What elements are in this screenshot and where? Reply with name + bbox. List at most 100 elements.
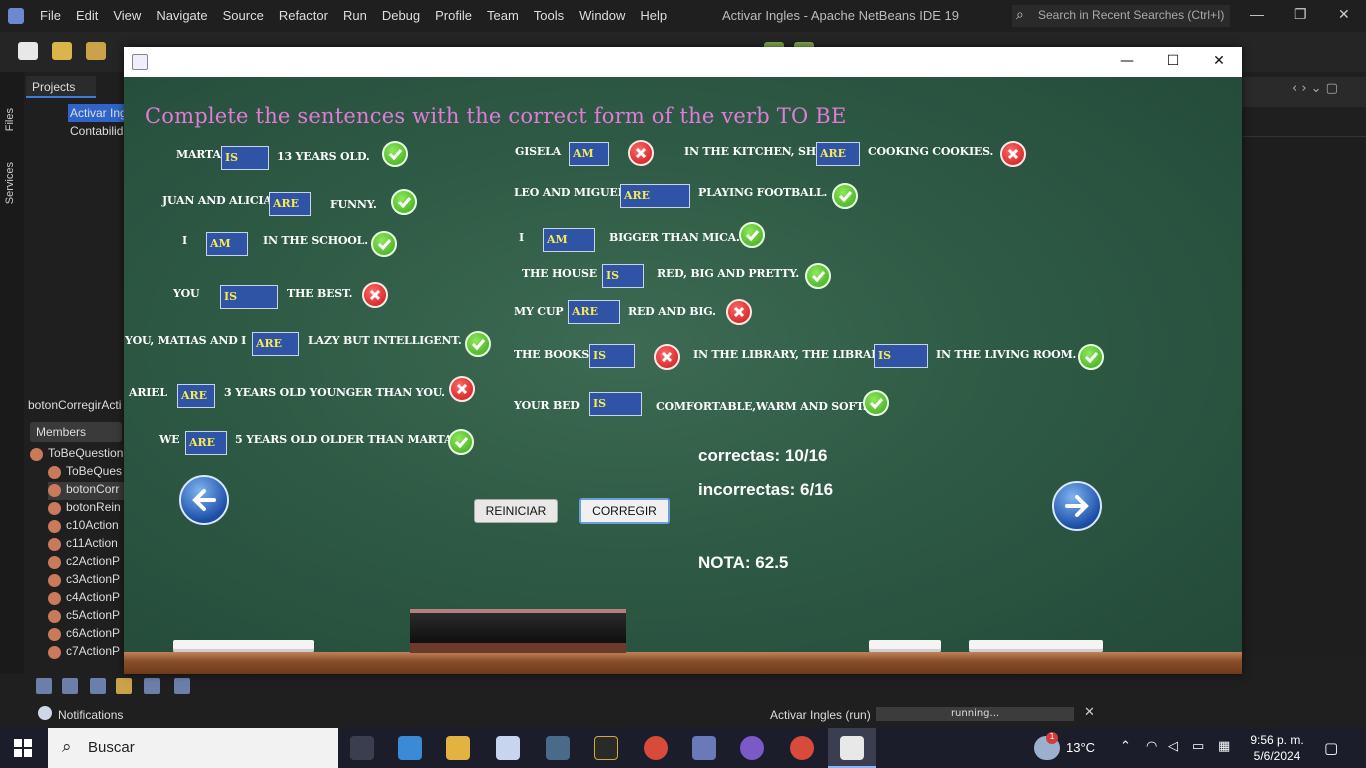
- answer-field[interactable]: am: [569, 142, 609, 166]
- member-item[interactable]: c3ActionP: [48, 572, 124, 590]
- github-icon[interactable]: [740, 736, 764, 760]
- close-icon[interactable]: ✕: [1338, 6, 1350, 23]
- reiniciar-button[interactable]: REINICIAR: [474, 499, 558, 523]
- windows-start-icon[interactable]: [14, 739, 32, 757]
- open-project-icon[interactable]: [86, 42, 106, 60]
- bell-icon[interactable]: [38, 706, 52, 720]
- sentence-rest: funny.: [330, 198, 377, 211]
- answer-field[interactable]: am: [543, 228, 595, 252]
- menu-window[interactable]: Window: [579, 8, 625, 23]
- answer-field[interactable]: is: [220, 285, 278, 309]
- member-item[interactable]: c10Action: [48, 518, 124, 536]
- taskbar-search-input[interactable]: ⌕ Buscar: [48, 728, 338, 768]
- members-toolbar-icon[interactable]: [90, 678, 106, 694]
- next-arrow-button[interactable]: [1052, 481, 1102, 531]
- answer-field[interactable]: are: [816, 142, 860, 166]
- answer-field[interactable]: are: [269, 192, 311, 216]
- menu-edit[interactable]: Edit: [76, 8, 98, 23]
- app-close-icon[interactable]: ✕: [1196, 47, 1242, 77]
- answer-field[interactable]: are: [177, 384, 215, 408]
- notification-center-icon[interactable]: ▢: [1324, 739, 1338, 757]
- member-item[interactable]: c2ActionP: [48, 554, 124, 572]
- notifications-label[interactable]: Notifications: [58, 708, 123, 722]
- task-view-icon[interactable]: [350, 736, 374, 760]
- java-app-taskbar-item[interactable]: [828, 728, 876, 768]
- battery-icon[interactable]: ▭: [1192, 739, 1204, 754]
- tab-projects[interactable]: Projects: [26, 76, 96, 98]
- members-toolbar-icon[interactable]: [174, 678, 190, 694]
- members-toolbar-icon[interactable]: [144, 678, 160, 694]
- menu-view[interactable]: View: [113, 8, 141, 23]
- member-item[interactable]: c6ActionP: [48, 626, 124, 644]
- menu-team[interactable]: Team: [487, 8, 519, 23]
- paint-icon[interactable]: [546, 736, 570, 760]
- weather-badge: 1: [1046, 732, 1058, 744]
- member-item[interactable]: c4ActionP: [48, 590, 124, 608]
- minimize-icon[interactable]: —: [1250, 6, 1264, 22]
- menu-refactor[interactable]: Refactor: [279, 8, 328, 23]
- side-tab-services[interactable]: Services: [4, 162, 16, 204]
- answer-field[interactable]: is: [589, 344, 635, 368]
- answer-field[interactable]: are: [252, 332, 299, 356]
- sentence-subject: The books: [514, 348, 590, 361]
- mail-icon[interactable]: [398, 736, 422, 760]
- answer-field[interactable]: is: [221, 146, 269, 170]
- sentence-subject: My cup: [514, 305, 564, 318]
- menu-profile[interactable]: Profile: [435, 8, 472, 23]
- volume-icon[interactable]: ◁: [1168, 739, 1178, 754]
- app-titlebar: — ☐ ✕: [124, 47, 1242, 77]
- menu-help[interactable]: Help: [640, 8, 667, 23]
- side-tab-files[interactable]: Files: [4, 108, 16, 131]
- correct-check-icon: [448, 429, 474, 455]
- members-toolbar-icon[interactable]: [62, 678, 78, 694]
- answer-field[interactable]: are: [568, 300, 620, 324]
- answer-field[interactable]: are: [620, 184, 690, 208]
- answer-field[interactable]: is: [589, 392, 642, 416]
- notepad-icon[interactable]: [496, 736, 520, 760]
- ide-search-input[interactable]: ⌕ Search in Recent Searches (Ctrl+I): [1012, 5, 1230, 27]
- back-arrow-button[interactable]: [179, 475, 229, 525]
- app-minimize-icon[interactable]: —: [1104, 47, 1150, 77]
- member-item[interactable]: botonRein: [48, 500, 124, 518]
- member-item[interactable]: ToBeQuestion: [30, 446, 124, 464]
- taskbar-search-label: Buscar: [88, 739, 135, 756]
- menu-tools[interactable]: Tools: [534, 8, 564, 23]
- menu-run[interactable]: Run: [343, 8, 367, 23]
- lock-icon[interactable]: [116, 678, 132, 694]
- wifi-icon[interactable]: ◠: [1146, 739, 1157, 754]
- tree-item-contabilidad[interactable]: Contabilid: [70, 122, 124, 138]
- chrome-profile-icon[interactable]: [790, 736, 814, 760]
- member-item[interactable]: botonCorr: [48, 482, 124, 500]
- member-item[interactable]: c11Action: [48, 536, 124, 554]
- new-project-icon[interactable]: [52, 42, 72, 60]
- members-toolbar-icon[interactable]: [36, 678, 52, 694]
- cancel-run-icon[interactable]: ✕: [1084, 705, 1095, 720]
- system-clock[interactable]: 9:56 p. m. 5/6/2024: [1250, 732, 1304, 764]
- menu-navigate[interactable]: Navigate: [156, 8, 207, 23]
- menu-source[interactable]: Source: [223, 8, 264, 23]
- corregir-button[interactable]: CORREGIR: [579, 498, 670, 524]
- app-maximize-icon[interactable]: ☐: [1150, 47, 1196, 77]
- member-item[interactable]: c5ActionP: [48, 608, 124, 626]
- new-file-icon[interactable]: [18, 42, 38, 60]
- keyboard-icon[interactable]: ▦: [1218, 739, 1230, 754]
- chevron-up-icon[interactable]: ⌃: [1120, 739, 1131, 754]
- members-select[interactable]: Members: [30, 422, 122, 442]
- answer-field[interactable]: are: [185, 431, 227, 455]
- answer-field[interactable]: is: [602, 264, 644, 288]
- cube-app-icon[interactable]: [692, 736, 716, 760]
- answer-field[interactable]: is: [874, 344, 928, 368]
- member-item[interactable]: c7ActionP: [48, 644, 124, 662]
- member-item[interactable]: ToBeQues: [48, 464, 124, 482]
- menu-file[interactable]: File: [40, 8, 61, 23]
- chrome-icon[interactable]: [644, 736, 668, 760]
- weather-icon[interactable]: 1: [1034, 732, 1060, 760]
- tree-item-activar-ingles[interactable]: Activar Ing: [68, 104, 124, 122]
- restore-icon[interactable]: ❐: [1294, 6, 1307, 23]
- menu-bar: File Edit View Navigate Source Refactor …: [40, 8, 682, 23]
- menu-debug[interactable]: Debug: [382, 8, 420, 23]
- file-explorer-icon[interactable]: [446, 736, 470, 760]
- ide-statusbar: Notifications Activar Ingles (run) runni…: [0, 674, 1366, 728]
- answer-field[interactable]: am: [206, 232, 248, 256]
- app-icon[interactable]: [594, 736, 618, 760]
